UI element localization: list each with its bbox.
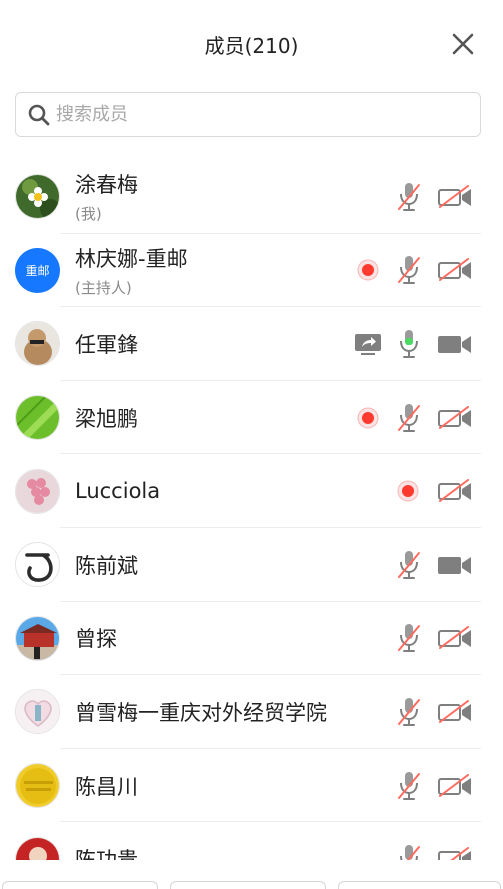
search-box[interactable]	[15, 92, 481, 137]
camera-off-icon	[437, 626, 473, 650]
member-row[interactable]: 涂春梅 (我)	[0, 160, 503, 234]
member-name-block: 梁旭鹏	[75, 381, 138, 455]
member-name-block: 陈功贵	[75, 822, 138, 860]
mic-muted-icon	[397, 181, 421, 213]
member-status-icons	[397, 528, 473, 602]
bottom-button-2[interactable]	[170, 881, 326, 889]
member-status-icons	[355, 234, 473, 308]
member-name: 涂春梅	[75, 173, 138, 198]
member-status-icons	[395, 454, 473, 528]
recording-icon	[355, 258, 381, 282]
header: 成员(210)	[0, 0, 503, 90]
member-name: 任軍鋒	[75, 332, 138, 357]
bottom-button-1[interactable]	[2, 881, 158, 889]
member-row[interactable]: 曾探	[0, 602, 503, 676]
camera-off-icon	[437, 773, 473, 798]
camera-icon	[437, 332, 473, 356]
member-row[interactable]: 陈昌川	[0, 749, 503, 823]
avatar	[15, 763, 60, 809]
recording-icon	[355, 406, 381, 430]
member-name: 曾探	[75, 627, 117, 652]
avatar	[15, 836, 60, 860]
avatar	[15, 321, 60, 367]
member-row[interactable]: 陈功贵	[0, 822, 503, 860]
member-name-block: 陈昌川	[75, 749, 138, 823]
search-input[interactable]	[56, 104, 456, 125]
bottom-action-bar	[0, 881, 503, 889]
camera-off-icon	[437, 699, 473, 724]
avatar	[15, 468, 60, 514]
camera-off-icon	[437, 479, 473, 503]
member-role: (我)	[75, 205, 102, 224]
member-status-icons	[397, 822, 473, 860]
mic-muted-icon	[397, 843, 421, 860]
close-button[interactable]	[451, 32, 475, 56]
member-name-block: 曾探	[75, 602, 117, 676]
avatar	[15, 174, 60, 220]
mic-muted-icon	[397, 549, 421, 581]
member-name: 陈前斌	[75, 553, 138, 578]
member-row[interactable]: Lucciola	[0, 454, 503, 528]
member-name-block: 陈前斌	[75, 528, 138, 602]
member-status-icons	[397, 675, 473, 749]
member-status-icons	[355, 381, 473, 455]
member-name: Lucciola	[75, 479, 161, 504]
member-name: 陈功贵	[75, 844, 138, 860]
bottom-button-3[interactable]	[338, 881, 501, 889]
search-icon	[28, 104, 50, 125]
member-status-icons	[353, 307, 473, 381]
avatar	[15, 689, 60, 735]
camera-off-icon	[437, 258, 473, 282]
member-status-icons	[397, 602, 473, 676]
camera-off-icon	[437, 405, 473, 430]
recording-icon	[395, 479, 421, 503]
mic-muted-icon	[397, 402, 421, 434]
member-role: (主持人)	[75, 278, 132, 297]
member-status-icons	[397, 749, 473, 823]
member-name-block: 任軍鋒	[75, 307, 138, 381]
member-name: 林庆娜-重邮	[75, 246, 188, 271]
avatar-text: 重邮	[25, 263, 50, 278]
member-row[interactable]: 重邮 林庆娜-重邮 (主持人)	[0, 234, 503, 308]
avatar	[15, 615, 60, 661]
member-name-block: 涂春梅 (我)	[75, 160, 138, 234]
avatar: 重邮	[15, 247, 60, 293]
member-row[interactable]: 陈前斌	[0, 528, 503, 602]
member-name: 陈昌川	[75, 774, 138, 799]
member-status-icons	[397, 160, 473, 234]
member-name-block: 曾雪梅一重庆对外经贸学院	[75, 675, 327, 749]
member-name-block: 林庆娜-重邮 (主持人)	[75, 234, 188, 308]
page-title: 成员(210)	[204, 34, 299, 58]
member-name-block: Lucciola	[75, 454, 160, 528]
camera-off-icon	[437, 847, 473, 860]
avatar	[15, 395, 60, 441]
screen-share-icon	[353, 332, 383, 356]
mic-muted-icon	[397, 696, 421, 728]
mic-muted-icon	[397, 622, 421, 654]
member-name: 曾雪梅一重庆对外经贸学院	[75, 700, 327, 725]
camera-icon	[437, 553, 473, 577]
camera-off-icon	[437, 184, 473, 209]
member-row[interactable]: 曾雪梅一重庆对外经贸学院	[0, 675, 503, 749]
member-row[interactable]: 梁旭鹏	[0, 381, 503, 455]
close-icon	[452, 33, 474, 55]
member-row[interactable]: 任軍鋒	[0, 307, 503, 381]
mic-muted-icon	[397, 254, 421, 286]
mic-muted-icon	[397, 770, 421, 802]
avatar	[15, 542, 60, 588]
mic-icon	[397, 328, 421, 360]
member-list: 涂春梅 (我) 重邮 林庆娜-重邮 (主持人) 任軍鋒梁旭鹏 Lucciola 陈前斌曾探曾雪…	[0, 160, 503, 860]
member-name: 梁旭鹏	[75, 406, 138, 431]
